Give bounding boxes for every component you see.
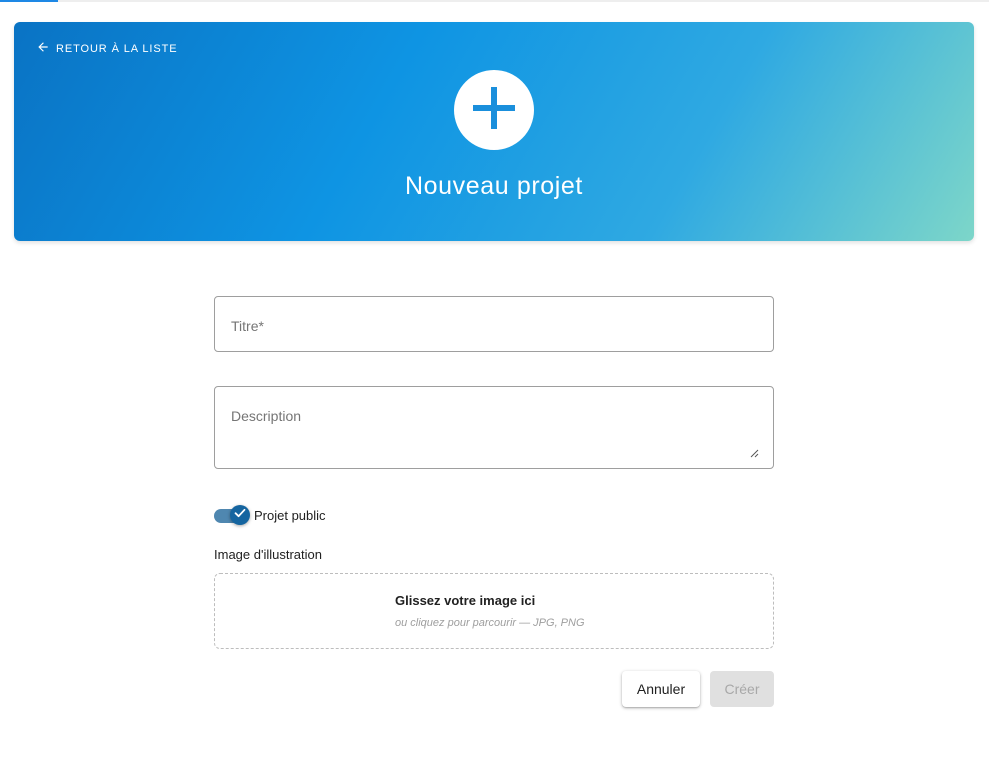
new-project-form: Titre* Description Projet public Image d… — [214, 296, 774, 707]
dropzone-hint: ou cliquez pour parcourir — JPG, PNG — [395, 617, 585, 629]
page-title: Nouveau projet — [405, 172, 583, 200]
check-icon — [233, 506, 247, 525]
new-project-badge — [454, 70, 534, 150]
toggle-knob — [230, 505, 250, 525]
description-placeholder: Description — [231, 408, 302, 424]
plus-icon — [471, 85, 517, 136]
page-header: RETOUR À LA LISTE Nouveau projet — [14, 22, 974, 241]
form-actions: Annuler Créer — [214, 671, 774, 707]
create-button[interactable]: Créer — [710, 671, 774, 707]
back-to-list-link[interactable]: RETOUR À LA LISTE — [36, 40, 177, 57]
public-toggle-row: Projet public — [214, 503, 774, 529]
public-project-toggle[interactable] — [214, 503, 250, 529]
public-toggle-label: Projet public — [254, 508, 326, 523]
loading-progress-fill — [0, 0, 58, 2]
arrow-left-icon — [36, 40, 50, 57]
back-to-list-label: RETOUR À LA LISTE — [56, 42, 178, 55]
title-field[interactable]: Titre* — [214, 296, 774, 352]
image-dropzone[interactable]: Glissez votre image ici ou cliquez pour … — [214, 573, 774, 649]
resize-handle-icon[interactable] — [750, 445, 759, 458]
description-field[interactable]: Description — [214, 386, 774, 469]
loading-progress-bar — [0, 0, 989, 2]
cancel-button[interactable]: Annuler — [622, 671, 700, 707]
title-placeholder: Titre* — [231, 318, 264, 334]
dropzone-title: Glissez votre image ici — [395, 593, 536, 608]
image-label: Image d'illustration — [214, 547, 322, 562]
